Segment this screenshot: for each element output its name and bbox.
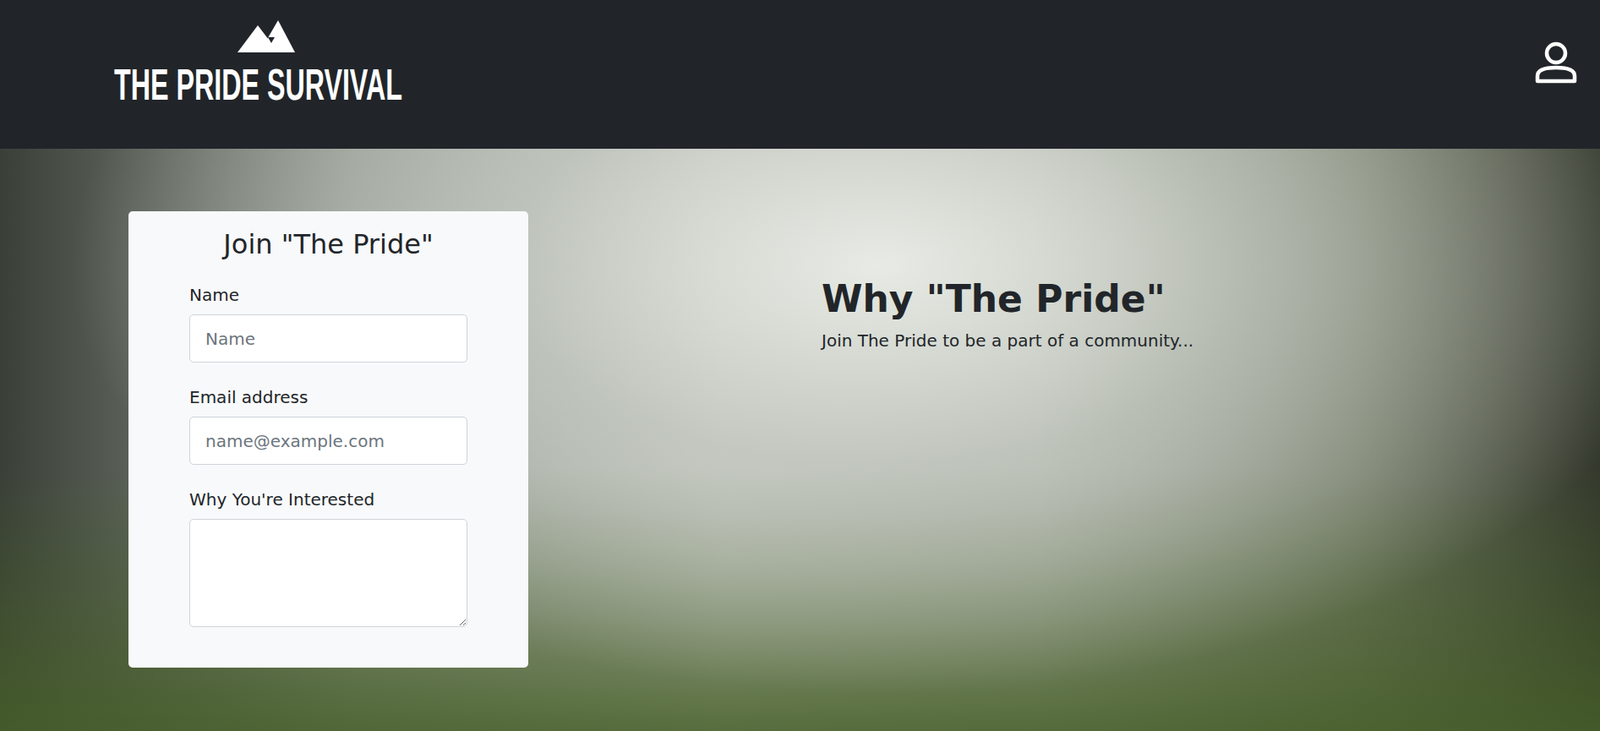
field-label: Name	[189, 283, 468, 306]
info-section: Why "The Pride" Join The Pride to be a pa…	[821, 277, 1194, 351]
form-field: Email address	[189, 386, 468, 465]
join-form: Join "The Pride" Name Email address Why You…	[128, 211, 529, 668]
form-field: Why You're Interested	[189, 488, 468, 628]
brand[interactable]: THE PRIDE SURVIVAL	[114, 20, 579, 110]
interest-textarea[interactable]	[189, 518, 468, 628]
info-title: Why "The Pride"	[821, 277, 1194, 321]
header: THE PRIDE SURVIVAL	[0, 0, 1600, 149]
form-field: Name	[189, 283, 468, 363]
form-title: Join "The Pride"	[155, 228, 502, 261]
text-input[interactable]	[189, 416, 468, 465]
field-label: Email address	[189, 386, 468, 409]
hero-image: Join "The Pride" Name Email address Why You…	[0, 148, 1600, 731]
page: THE PRIDE SURVIVAL Join "The Pride" Name Em…	[0, 0, 1600, 731]
text-input[interactable]	[189, 314, 468, 363]
brand-title: THE PRIDE SURVIVAL	[114, 59, 403, 110]
user-button[interactable]	[1534, 40, 1579, 85]
field-label: Why You're Interested	[189, 488, 468, 511]
info-text: Join The Pride to be a part of a communi…	[821, 330, 1194, 351]
user-icon	[1534, 40, 1579, 85]
mountain-icon	[237, 20, 295, 53]
